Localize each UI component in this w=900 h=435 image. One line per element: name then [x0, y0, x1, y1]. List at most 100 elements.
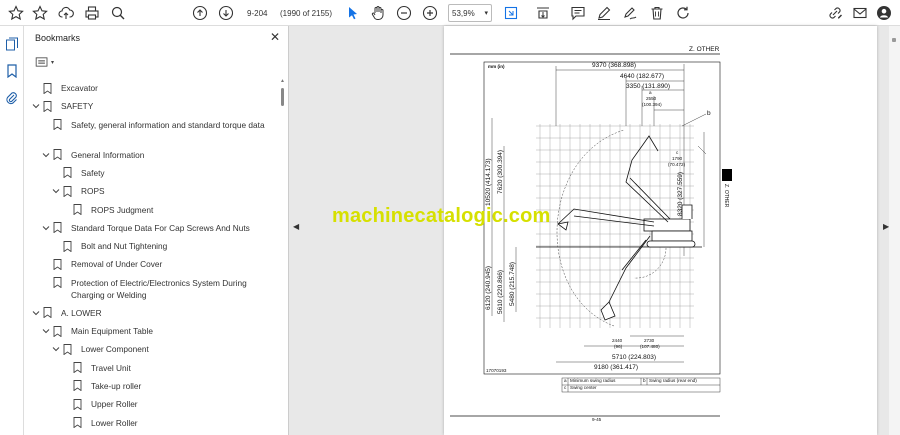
rotate-icon[interactable] — [673, 3, 693, 23]
hand-tool-icon[interactable] — [368, 3, 388, 23]
bookmark-item[interactable]: Lower Roller — [25, 417, 281, 429]
pages-panel-icon[interactable] — [4, 36, 20, 52]
select-cursor-icon[interactable] — [343, 3, 363, 23]
chevron-down-icon[interactable] — [41, 222, 51, 234]
search-icon[interactable] — [108, 3, 128, 23]
next-page-icon[interactable] — [216, 3, 236, 23]
label-c: c — [676, 150, 679, 155]
bookmarks-panel-icon[interactable] — [4, 63, 20, 79]
bookmark-icon — [61, 167, 73, 179]
print-icon[interactable] — [82, 3, 102, 23]
bookmark-spacer — [31, 82, 41, 94]
bookmark-item[interactable]: A. LOWER — [25, 307, 281, 319]
bookmark-item[interactable]: General Information — [25, 149, 281, 161]
delete-icon[interactable] — [647, 3, 667, 23]
bookmark-label: ROPS — [81, 186, 105, 197]
legend-key-b: b — [643, 378, 646, 383]
bookmark-icon — [51, 277, 63, 289]
bookmark-label: Safety — [81, 167, 105, 178]
dim-c: 1790 — [672, 156, 683, 161]
draw-icon[interactable] — [620, 3, 640, 23]
toolbar: 9-204 (1990 of 2155) 53,9% ▾ — [0, 0, 900, 26]
document-scrollbar[interactable] — [889, 26, 900, 435]
bookmark-tree: Excavator SAFETY Safety, general informati… — [25, 78, 289, 435]
cloud-upload-icon[interactable] — [56, 3, 76, 23]
dim-depth-3: 5480 (215.748) — [509, 261, 516, 306]
bookmark-item[interactable]: Travel Unit — [25, 362, 281, 374]
page-number-input[interactable]: 9-204 — [243, 4, 275, 22]
unit-label: mm (in) — [488, 64, 505, 69]
bookmark-spacer — [41, 119, 51, 131]
zoom-level-select[interactable]: 53,9% ▾ — [448, 4, 492, 22]
comment-icon[interactable] — [568, 3, 588, 23]
bookmark-item[interactable]: Take-up roller — [25, 380, 281, 392]
bookmark-spacer — [61, 362, 71, 374]
bookmark-item[interactable]: ROPS Judgment — [25, 204, 281, 216]
bookmark-label: SAFETY — [61, 101, 94, 112]
bookmarks-scrollbar[interactable] — [281, 88, 284, 106]
dim-swing-radius: 2550 — [646, 96, 657, 101]
scroll-mode-icon[interactable] — [533, 3, 553, 23]
close-icon[interactable]: ✕ — [268, 30, 282, 44]
legend-key-c: c — [564, 385, 567, 390]
bookmark-spacer — [61, 417, 71, 429]
bookmark-item[interactable]: Main Equipment Table — [25, 325, 281, 337]
bookmark-item[interactable]: Standard Torque Data For Cap Screws And … — [25, 222, 281, 234]
chevron-down-icon[interactable] — [41, 149, 51, 161]
chevron-down-icon[interactable] — [51, 343, 61, 355]
bookmark-item[interactable]: Protection of Electric/Electronics Syste… — [25, 277, 281, 301]
bookmark-icon — [41, 307, 53, 319]
chevron-down-icon[interactable] — [51, 185, 61, 197]
bookmark-label: Upper Roller — [91, 399, 138, 410]
zoom-level-value: 53,9% — [452, 8, 475, 18]
bookmark-item[interactable]: SAFETY — [25, 100, 281, 112]
zoom-in-icon[interactable] — [420, 3, 440, 23]
previous-page-icon[interactable] — [190, 3, 210, 23]
legend-text-c: Swing center — [570, 385, 597, 390]
bookmark-label: Excavator — [61, 83, 98, 93]
account-icon[interactable] — [874, 3, 894, 23]
collapse-left-icon[interactable]: ◀ — [293, 222, 299, 231]
bookmark-item[interactable]: Safety — [25, 167, 281, 179]
link-edit-icon[interactable] — [825, 3, 845, 23]
star-icon[interactable] — [30, 3, 50, 23]
chevron-down-icon[interactable] — [31, 307, 41, 319]
bookmark-item[interactable]: Excavator — [25, 82, 281, 94]
legend-key-a: a — [564, 378, 567, 383]
email-icon[interactable] — [850, 3, 870, 23]
dim-depth-2: 5610 (220.866) — [497, 269, 504, 314]
scroll-up-icon[interactable]: ▲ — [280, 78, 285, 84]
bookmark-item[interactable]: Safety, general information and standard… — [25, 119, 281, 131]
bookmark-star-icon[interactable] — [6, 3, 26, 23]
bookmark-label: Lower Roller — [91, 417, 138, 428]
scroll-thumb[interactable] — [892, 38, 896, 42]
bookmark-icon — [71, 204, 83, 216]
chevron-down-icon[interactable] — [31, 100, 41, 112]
bookmark-item[interactable]: Lower Component — [25, 343, 281, 355]
dim-bottom-2: 2730 — [644, 338, 655, 343]
bookmark-icon — [61, 343, 73, 355]
bookmark-item[interactable]: Upper Roller — [25, 398, 281, 410]
bookmark-item[interactable]: Bolt and Nut Tightening — [25, 240, 281, 252]
bookmark-label: Protection of Electric/Electronics Syste… — [71, 277, 247, 300]
bookmark-item[interactable]: ROPS — [25, 185, 281, 197]
bookmark-spacer — [51, 240, 61, 252]
bookmark-label: Travel Unit — [91, 362, 131, 373]
zoom-out-icon[interactable] — [394, 3, 414, 23]
dim-dump-height: 7620 (300.394) — [497, 149, 504, 194]
fit-page-icon[interactable] — [501, 3, 521, 23]
section-tab-marker — [722, 169, 732, 181]
bookmark-icon — [51, 222, 63, 234]
attachments-panel-icon[interactable] — [4, 90, 20, 106]
bookmark-spacer — [41, 258, 51, 270]
chevron-down-icon[interactable] — [41, 325, 51, 337]
figure-id: 17070193 — [486, 368, 507, 373]
bookmark-icon — [71, 417, 83, 429]
bookmark-label: General Information — [71, 149, 145, 160]
bookmark-spacer — [51, 167, 61, 179]
dim-bottom-4: 9180 (361.417) — [594, 364, 639, 371]
bookmark-options-button[interactable]: ▾ — [35, 55, 59, 69]
highlight-pen-icon[interactable] — [594, 3, 614, 23]
label-b: b — [707, 110, 711, 117]
bookmark-item[interactable]: Removal of Under Cover — [25, 258, 281, 270]
